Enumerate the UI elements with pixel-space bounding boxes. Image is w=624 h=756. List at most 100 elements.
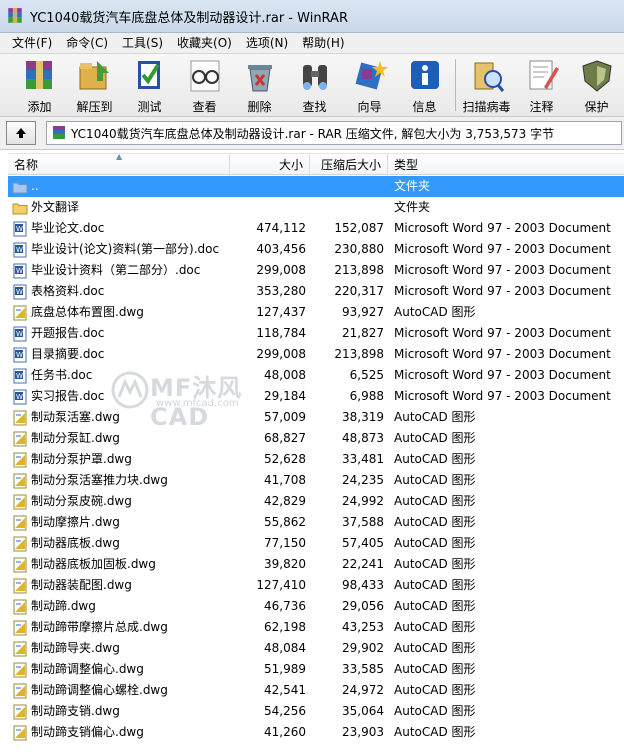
menu-file[interactable]: 文件(F)	[6, 33, 60, 53]
file-name: 表格资料.doc	[31, 284, 105, 298]
test-icon	[137, 61, 160, 89]
file-size	[230, 176, 306, 197]
file-row[interactable]: 制动蹄调整偏心.dwg 51,989 33,585 AutoCAD 图形	[8, 659, 624, 680]
delete-button[interactable]: 删除	[232, 54, 287, 116]
file-name-cell: 制动摩擦片.dwg	[12, 512, 230, 533]
wizard-button[interactable]: 向导	[342, 54, 397, 116]
file-row[interactable]: 制动分泵缸.dwg 68,827 48,873 AutoCAD 图形	[8, 428, 624, 449]
file-row[interactable]: 制动蹄带摩擦片总成.dwg 62,198 43,253 AutoCAD 图形	[8, 617, 624, 638]
file-type: AutoCAD 图形	[394, 578, 476, 592]
menu-bar: 文件(F) 命令(C) 工具(S) 收藏夹(O) 选项(N) 帮助(H)	[0, 33, 624, 53]
file-row[interactable]: 底盘总体布置图.dwg 127,437 93,927 AutoCAD 图形	[8, 302, 624, 323]
file-size: 41,260	[264, 725, 306, 739]
add-button[interactable]: 添加	[12, 54, 67, 116]
svg-text:W: W	[16, 288, 23, 296]
file-packed-size: 220,317	[334, 284, 384, 298]
file-row[interactable]: W 实习报告.doc 29,184 6,988 Microsoft Word 97 - …	[8, 386, 624, 407]
file-row[interactable]: 制动分泵护罩.dwg 52,628 33,481 AutoCAD 图形	[8, 449, 624, 470]
file-row[interactable]: W 毕业论文.doc 474,112 152,087 Microsoft Word 97…	[8, 218, 624, 239]
column-header-size[interactable]: 大小	[230, 154, 310, 176]
file-name-cell: 外文翻译	[12, 197, 230, 218]
archive-path-text: YC1040载货汽车底盘总体及制动器设计.rar - RAR 压缩文件, 解包大…	[71, 126, 555, 141]
file-packed-size	[310, 176, 384, 197]
file-row[interactable]: 制动蹄支销.dwg 54,256 35,064 AutoCAD 图形	[8, 701, 624, 722]
file-size: 62,198	[264, 620, 306, 634]
file-size: 29,184	[264, 389, 306, 403]
file-row[interactable]: 制动器底板加固板.dwg 39,820 22,241 AutoCAD 图形	[8, 554, 624, 575]
path-bar: YC1040载货汽车底盘总体及制动器设计.rar - RAR 压缩文件, 解包大…	[0, 117, 624, 150]
column-header-type[interactable]: 类型	[388, 154, 624, 176]
column-header-packed[interactable]: 压缩后大小	[310, 154, 388, 176]
file-size: 39,820	[264, 557, 306, 571]
file-size: 52,628	[264, 452, 306, 466]
file-row[interactable]: 制动蹄支销偏心.dwg 41,260 23,903 AutoCAD 图形	[8, 722, 624, 743]
file-row[interactable]: W 表格资料.doc 353,280 220,317 Microsoft Word 97…	[8, 281, 624, 302]
autocad-file-icon	[12, 431, 28, 447]
file-name: 外文翻译	[31, 200, 80, 214]
file-row[interactable]: 制动分泵皮碗.dwg 42,829 24,992 AutoCAD 图形	[8, 491, 624, 512]
scan-virus-button[interactable]: 扫描病毒	[459, 54, 514, 116]
file-packed-size: 37,588	[342, 515, 384, 529]
file-name-cell: W 任务书.doc	[12, 365, 230, 386]
file-row[interactable]: .. 文件夹	[8, 176, 624, 197]
protect-button[interactable]: 保护	[569, 54, 624, 116]
toolbar: 添加 解压到 测试 查看 删除 查找 向导 信息 扫描病毒 注释 保护	[0, 53, 624, 117]
svg-text:W: W	[16, 351, 23, 359]
file-packed-size: 93,927	[342, 305, 384, 319]
file-name: ..	[31, 179, 39, 193]
file-row[interactable]: W 开题报告.doc 118,784 21,827 Microsoft Word 97 …	[8, 323, 624, 344]
file-row[interactable]: 制动摩擦片.dwg 55,862 37,588 AutoCAD 图形	[8, 512, 624, 533]
extract-button[interactable]: 解压到	[67, 54, 122, 116]
file-name-cell: 制动分泵皮碗.dwg	[12, 491, 230, 512]
menu-help[interactable]: 帮助(H)	[296, 33, 352, 53]
file-type: AutoCAD 图形	[394, 704, 476, 718]
file-row[interactable]: 制动蹄调整偏心螺栓.dwg 42,541 24,972 AutoCAD 图形	[8, 680, 624, 701]
file-packed-size: 33,585	[342, 662, 384, 676]
file-type: AutoCAD 图形	[394, 536, 476, 550]
file-size: 51,989	[264, 662, 306, 676]
archive-path-field[interactable]: YC1040载货汽车底盘总体及制动器设计.rar - RAR 压缩文件, 解包大…	[46, 121, 622, 145]
autocad-file-icon	[12, 305, 28, 321]
file-size: 48,008	[264, 368, 306, 382]
menu-options[interactable]: 选项(N)	[240, 33, 296, 53]
menu-tools[interactable]: 工具(S)	[116, 33, 171, 53]
comment-button[interactable]: 注释	[514, 54, 569, 116]
file-name: 制动蹄.dwg	[31, 599, 96, 613]
window-title: YC1040载货汽车底盘总体及制动器设计.rar - WinRAR	[30, 10, 348, 26]
file-row[interactable]: W 毕业设计(论文)资料(第一部分).doc 403,456 230,880 Micro…	[8, 239, 624, 260]
file-name: 制动器装配图.dwg	[31, 578, 132, 592]
autocad-file-icon	[12, 473, 28, 489]
winrar-app-icon	[8, 8, 22, 23]
file-row[interactable]: 制动蹄.dwg 46,736 29,056 AutoCAD 图形	[8, 596, 624, 617]
file-type: Microsoft Word 97 - 2003 Document	[394, 389, 611, 403]
info-button[interactable]: 信息	[397, 54, 452, 116]
file-row[interactable]: 制动蹄导夹.dwg 48,084 29,902 AutoCAD 图形	[8, 638, 624, 659]
file-row[interactable]: W 毕业设计资料（第二部分）.doc 299,008 213,898 Microsoft…	[8, 260, 624, 281]
word-document-icon: W	[12, 284, 28, 300]
file-type: Microsoft Word 97 - 2003 Document	[394, 368, 611, 382]
file-row[interactable]: 制动器装配图.dwg 127,410 98,433 AutoCAD 图形	[8, 575, 624, 596]
file-row[interactable]: 制动分泵活塞推力块.dwg 41,708 24,235 AutoCAD 图形	[8, 470, 624, 491]
file-row[interactable]: 制动泵活塞.dwg 57,009 38,319 AutoCAD 图形	[8, 407, 624, 428]
menu-favorites[interactable]: 收藏夹(O)	[171, 33, 240, 53]
file-row[interactable]: 制动器底板.dwg 77,150 57,405 AutoCAD 图形	[8, 533, 624, 554]
menu-commands[interactable]: 命令(C)	[60, 33, 116, 53]
view-button[interactable]: 查看	[177, 54, 232, 116]
test-button[interactable]: 测试	[122, 54, 177, 116]
up-one-level-button[interactable]	[6, 121, 36, 145]
file-packed-size: 33,481	[342, 452, 384, 466]
file-name-cell: 制动蹄调整偏心.dwg	[12, 659, 230, 680]
file-name-cell: 制动器底板.dwg	[12, 533, 230, 554]
file-name: 制动蹄支销偏心.dwg	[31, 725, 144, 739]
toolbar-separator	[455, 59, 456, 111]
file-row[interactable]: 外文翻译 文件夹	[8, 197, 624, 218]
find-button[interactable]: 查找	[287, 54, 342, 116]
word-document-icon: W	[12, 368, 28, 384]
file-row[interactable]: W 目录摘要.doc 299,008 213,898 Microsoft Word 97…	[8, 344, 624, 365]
file-row[interactable]: W 任务书.doc 48,008 6,525 Microsoft Word 97 - 2…	[8, 365, 624, 386]
file-name: 毕业设计(论文)资料(第一部分).doc	[31, 242, 220, 256]
parent-folder-icon	[12, 179, 28, 195]
file-type: Microsoft Word 97 - 2003 Document	[394, 242, 611, 256]
folder-icon	[12, 200, 28, 216]
column-header-name[interactable]: 名称 ▲	[8, 153, 230, 176]
